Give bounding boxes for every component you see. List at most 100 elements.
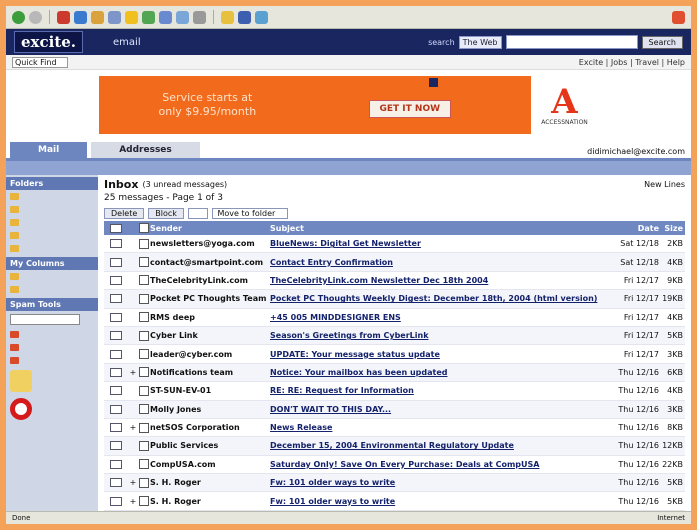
message-subject[interactable]: Fw: 101 older ways to write: [270, 497, 615, 506]
spam-tool-item[interactable]: [6, 354, 98, 367]
action-select[interactable]: [187, 207, 209, 219]
utility-links[interactable]: Excite | Jobs | Travel | Help: [579, 58, 685, 67]
message-row[interactable]: Pocket PC Thoughts Team Pocket PC Thought…: [104, 290, 685, 309]
message-select[interactable]: [138, 404, 150, 415]
checkbox[interactable]: [139, 477, 149, 488]
message-subject[interactable]: News Release: [270, 423, 615, 432]
sidebar-column-item[interactable]: [6, 270, 98, 283]
message-row[interactable]: ST-SUN-EV-01 RE: RE: Request for Informat…: [104, 382, 685, 401]
favorites-icon[interactable]: [125, 10, 138, 24]
message-sender[interactable]: CompUSA.com: [150, 460, 270, 469]
message-row[interactable]: Cyber Link Season's Greetings from CyberL…: [104, 326, 685, 346]
block-button[interactable]: Block: [148, 207, 184, 219]
checkbox[interactable]: [139, 496, 149, 507]
message-row[interactable]: + netSOS Corporation News Release Thu 12/16…: [104, 419, 685, 438]
message-row[interactable]: + S. H. Roger Fw: 101 older ways to write T…: [104, 474, 685, 493]
message-sender[interactable]: Pocket PC Thoughts Team: [150, 294, 270, 303]
message-subject[interactable]: TheCelebrityLink.com Newsletter Dec 18th…: [270, 276, 615, 285]
message-select[interactable]: [138, 477, 150, 488]
sidebar-folder[interactable]: [6, 229, 98, 242]
size-column-header[interactable]: Size: [659, 224, 685, 233]
folder-icon[interactable]: [221, 10, 234, 24]
message-subject[interactable]: Contact Entry Confirmation: [270, 258, 615, 267]
message-subject[interactable]: +45 005 MINDDESIGNER ENS: [270, 313, 615, 322]
search-input[interactable]: [505, 35, 638, 49]
checkbox[interactable]: [139, 293, 149, 304]
checkbox[interactable]: [139, 275, 149, 286]
search-scope-select[interactable]: The Web: [458, 35, 502, 49]
message-select[interactable]: [138, 367, 150, 378]
sender-column-header[interactable]: Sender: [150, 224, 270, 233]
checkbox[interactable]: [139, 349, 149, 360]
message-row[interactable]: Molly Jones DON'T WAIT TO THIS DAY... Thu …: [104, 400, 685, 419]
message-sender[interactable]: RMS deep: [150, 313, 270, 322]
message-select[interactable]: [138, 459, 150, 470]
promo-item[interactable]: [6, 367, 98, 395]
spam-tool-item[interactable]: [6, 328, 98, 341]
message-sender[interactable]: Public Services: [150, 441, 270, 450]
print-icon[interactable]: [193, 10, 206, 24]
message-select[interactable]: [138, 330, 150, 341]
thread-expand[interactable]: +: [128, 497, 138, 506]
message-select[interactable]: [138, 422, 150, 433]
message-sender[interactable]: leader@cyber.com: [150, 350, 270, 359]
subject-column-header[interactable]: Subject: [270, 224, 615, 233]
move-to-folder-select[interactable]: Move to folder: [212, 207, 289, 219]
messenger-icon[interactable]: [238, 10, 251, 24]
message-subject[interactable]: RE: RE: Request for Information: [270, 386, 615, 395]
checkbox[interactable]: [139, 312, 149, 323]
message-select[interactable]: [138, 275, 150, 286]
tools-icon[interactable]: [255, 10, 268, 24]
sidebar-folder[interactable]: [6, 242, 98, 255]
message-select[interactable]: [138, 385, 150, 396]
delete-button[interactable]: Delete: [104, 207, 145, 219]
status-column-header[interactable]: [104, 223, 128, 233]
thread-expand[interactable]: +: [128, 478, 138, 487]
message-sender[interactable]: S. H. Roger: [150, 478, 270, 487]
spam-tool-item[interactable]: [6, 341, 98, 354]
message-subject[interactable]: December 15, 2004 Environmental Regulato…: [270, 441, 615, 450]
subnav-item[interactable]: [12, 164, 15, 173]
checkbox[interactable]: [139, 330, 149, 341]
message-subject[interactable]: DON'T WAIT TO THIS DAY...: [270, 405, 615, 414]
forward-icon[interactable]: [29, 10, 42, 24]
checkbox[interactable]: [139, 238, 149, 249]
history-icon[interactable]: [159, 10, 172, 24]
message-row[interactable]: contact@smartpoint.com Contact Entry Conf…: [104, 253, 685, 272]
search-button[interactable]: Search: [641, 35, 683, 49]
media-icon[interactable]: [142, 10, 155, 24]
new-lines-link[interactable]: New Lines: [644, 180, 685, 189]
stop-icon[interactable]: [57, 10, 70, 24]
tab-mail[interactable]: Mail: [10, 142, 88, 158]
message-select[interactable]: [138, 312, 150, 323]
message-sender[interactable]: Notifications team: [150, 368, 270, 377]
checkbox[interactable]: [139, 459, 149, 470]
message-row[interactable]: TheCelebrityLink.com TheCelebrityLink.com…: [104, 272, 685, 291]
search-icon[interactable]: [108, 10, 121, 24]
thread-expand[interactable]: +: [128, 368, 138, 377]
ad-cta-button[interactable]: GET IT NOW: [368, 100, 452, 118]
checkbox[interactable]: [139, 257, 149, 268]
date-column-header[interactable]: Date: [615, 224, 659, 233]
checkbox[interactable]: [139, 223, 149, 233]
message-select[interactable]: [138, 440, 150, 451]
refresh-icon[interactable]: [74, 10, 87, 24]
message-select[interactable]: [138, 238, 150, 249]
sidebar-folder[interactable]: [6, 190, 98, 203]
message-row[interactable]: Public Services December 15, 2004 Environ…: [104, 437, 685, 456]
message-subject[interactable]: BlueNews: Digital Get Newsletter: [270, 239, 615, 248]
message-sender[interactable]: Molly Jones: [150, 405, 270, 414]
message-sender[interactable]: newsletters@yoga.com: [150, 239, 270, 248]
message-sender[interactable]: TheCelebrityLink.com: [150, 276, 270, 285]
message-subject[interactable]: Pocket PC Thoughts Weekly Digest: Decemb…: [270, 294, 615, 303]
checkbox[interactable]: [139, 367, 149, 378]
mail-icon[interactable]: [176, 10, 189, 24]
message-row[interactable]: + S. H. Roger Fw: 101 older ways to write T…: [104, 492, 685, 511]
message-sender[interactable]: netSOS Corporation: [150, 423, 270, 432]
message-row[interactable]: RMS deep +45 005 MINDDESIGNER ENS Fri 12/1…: [104, 309, 685, 327]
message-row[interactable]: leader@cyber.com UPDATE: Your message sta…: [104, 345, 685, 364]
checkbox[interactable]: [139, 440, 149, 451]
thread-expand[interactable]: +: [128, 423, 138, 432]
ad-banner[interactable]: Service starts at only $9.95/month GET I…: [98, 76, 599, 134]
message-subject[interactable]: Saturday Only! Save On Every Purchase: D…: [270, 460, 615, 469]
